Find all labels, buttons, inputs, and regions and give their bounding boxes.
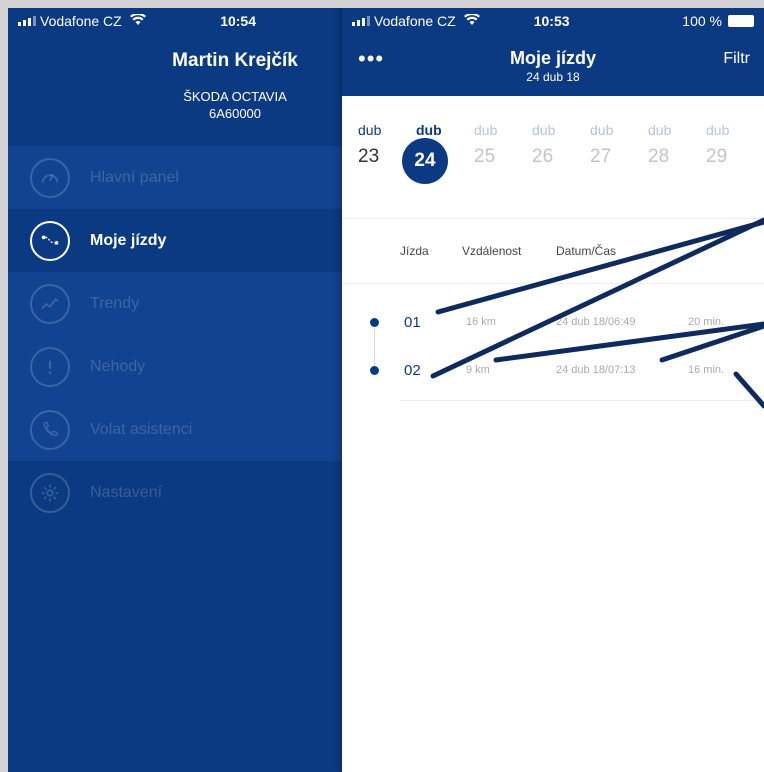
gear-icon	[30, 472, 70, 513]
menu-item-call-assistance[interactable]: Volat asistenci	[8, 398, 342, 461]
trip-datetime: 24 dub 18/06:49	[556, 316, 636, 328]
day-number: 25	[474, 146, 496, 167]
car-plate: 6A60000	[208, 106, 262, 121]
trip-distance: 16 km	[466, 316, 496, 328]
status-bar-right: Vodafone CZ 10:53 100 %	[342, 8, 764, 34]
clock-label: 10:54	[220, 13, 256, 29]
trip-distance: 9 km	[466, 364, 490, 376]
trip-duration: 16 min.	[688, 364, 725, 376]
carrier-label: Vodafone CZ	[374, 13, 456, 29]
menu-item-trends[interactable]: Trendy	[8, 272, 342, 335]
day-month: dub	[706, 122, 730, 138]
nav-bar: ••• Moje jízdy 24 dub 18 Filtr	[342, 34, 764, 96]
day-month: dub	[590, 122, 614, 138]
status-bar-left: Vodafone CZ 10:54	[8, 8, 342, 34]
wifi-icon	[463, 12, 480, 29]
signal-icon	[18, 16, 36, 26]
divider	[342, 283, 764, 284]
menu-label: Hlavní panel	[90, 168, 179, 186]
trip-id: 01	[404, 313, 421, 331]
column-header-trip: Jízda	[400, 244, 429, 258]
calendar-day[interactable]: dub 28	[648, 122, 706, 184]
trip-datetime: 24 dub 18/07:13	[556, 364, 636, 376]
page-title-block: Moje jízdy 24 dub 18	[342, 48, 764, 84]
carrier-label: Vodafone CZ	[40, 13, 122, 29]
menu-item-my-trips[interactable]: Moje jízdy	[8, 209, 342, 272]
day-month: dub	[474, 122, 498, 138]
trips-list: 01 16 km 24 dub 18/06:49 20 min. 02 9 km…	[342, 298, 764, 401]
profile-block: Martin Krejčík ŠKODA OCTAVIA 6A60000	[8, 50, 342, 122]
screenshot-frame: Vodafone CZ 10:54 Martin Krejčík ŠKODA O…	[8, 8, 764, 772]
side-menu-screen: Vodafone CZ 10:54 Martin Krejčík ŠKODA O…	[8, 8, 342, 772]
route-icon	[30, 220, 70, 261]
day-number: 29	[706, 146, 728, 167]
timeline-dot	[370, 317, 379, 327]
battery-label: 100 %	[682, 13, 722, 29]
menu-item-accidents[interactable]: Nehody	[8, 335, 342, 398]
day-month: dub	[648, 122, 672, 138]
trips-table-header: Jízda Vzdálenost Datum/Čas	[342, 219, 764, 283]
my-trips-screen: Vodafone CZ 10:53 100 % ••• Moje jízdy 2…	[342, 8, 764, 772]
calendar-day-selected[interactable]: dub 24	[402, 122, 474, 184]
day-number: 28	[648, 146, 670, 167]
day-number: 24	[402, 138, 448, 184]
car-model: ŠKODA OCTAVIA	[183, 89, 287, 104]
user-name: Martin Krejčík	[172, 50, 298, 71]
clock-label: 10:53	[533, 13, 570, 29]
calendar-day[interactable]: dub 25	[474, 122, 532, 184]
day-number: 26	[532, 146, 554, 167]
phone-icon	[30, 409, 70, 450]
column-header-datetime: Datum/Čas	[556, 244, 617, 258]
speedometer-icon	[30, 157, 70, 198]
menu-label: Nehody	[90, 357, 146, 375]
side-menu: Hlavní panel Moje jízdy Trendy Nehody Vo…	[8, 146, 342, 524]
trip-row[interactable]: 01 16 km 24 dub 18/06:49 20 min.	[342, 298, 764, 346]
filter-button[interactable]: Filtr	[723, 50, 750, 68]
day-month: dub	[358, 122, 382, 138]
page-title: Moje jízdy	[509, 48, 596, 68]
app-header: Vodafone CZ 10:53 100 % ••• Moje jízdy 2…	[342, 8, 764, 96]
alert-icon	[30, 346, 70, 387]
page-subtitle: 24 dub 18	[526, 70, 580, 84]
day-number: 27	[590, 146, 612, 167]
date-strip: dub 23 dub 24 dub 25 dub 26 dub 27 dub 2…	[342, 122, 764, 184]
column-header-distance: Vzdálenost	[462, 244, 522, 258]
day-month: dub	[416, 122, 442, 138]
day-month: dub	[532, 122, 556, 138]
battery-icon	[728, 15, 754, 27]
menu-label: Moje jízdy	[90, 231, 167, 249]
wifi-icon	[129, 12, 146, 29]
signal-icon	[352, 16, 370, 26]
trip-row[interactable]: 02 9 km 24 dub 18/07:13 16 min.	[342, 346, 764, 394]
trend-icon	[30, 283, 70, 324]
divider	[400, 400, 764, 401]
calendar-day[interactable]: dub 26	[532, 122, 590, 184]
menu-label: Trendy	[90, 294, 140, 312]
battery-indicator: 100 %	[682, 13, 754, 29]
trip-id: 02	[404, 361, 421, 379]
timeline-dot	[370, 365, 379, 375]
calendar-day[interactable]: dub 27	[590, 122, 648, 184]
calendar-day[interactable]: dub 29	[706, 122, 764, 184]
menu-item-dashboard[interactable]: Hlavní panel	[8, 146, 342, 209]
menu-item-settings[interactable]: Nastavení	[8, 461, 342, 524]
trip-duration: 20 min.	[688, 316, 725, 328]
menu-label: Volat asistenci	[90, 420, 193, 438]
menu-label: Nastavení	[90, 483, 163, 501]
car-info: ŠKODA OCTAVIA 6A60000	[128, 88, 342, 122]
